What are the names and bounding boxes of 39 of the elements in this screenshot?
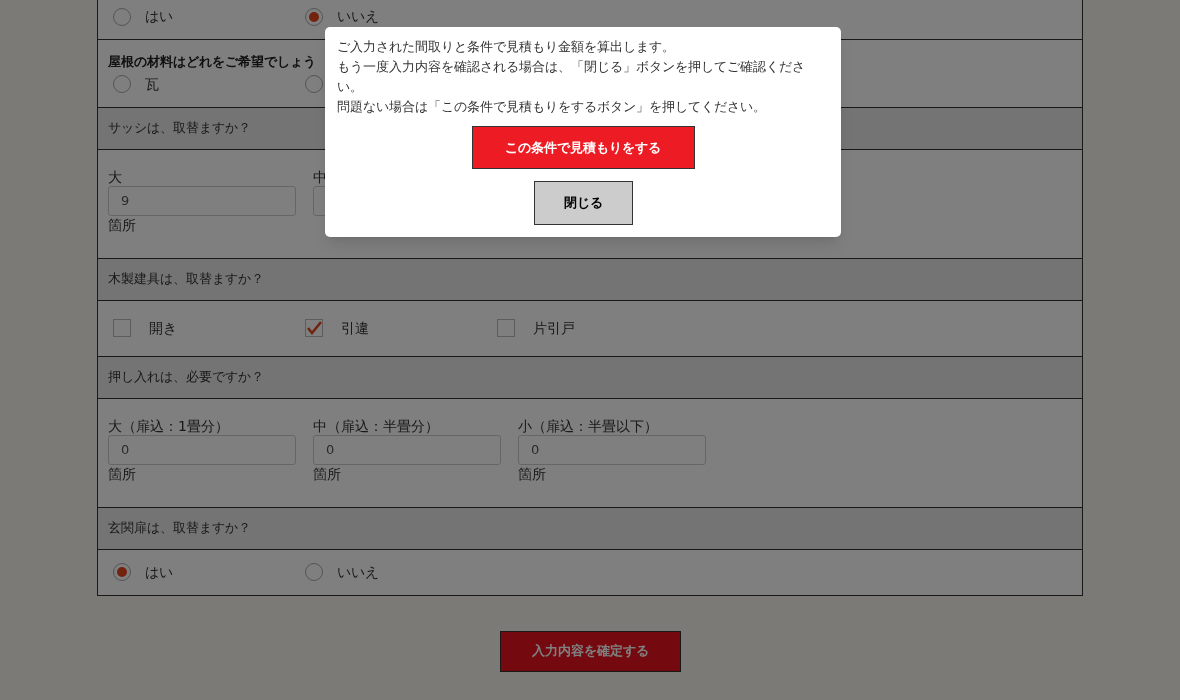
radio-label: はい — [145, 7, 173, 26]
unit-label: 箇所 — [313, 464, 342, 483]
unit-label: 箇所 — [108, 464, 137, 483]
radio-label: いいえ — [337, 7, 379, 26]
field-label: 中 — [313, 167, 328, 186]
section-title: 屋根の材料はどれをご希望でしょう — [108, 53, 316, 71]
checkbox-label: 引違 — [341, 318, 369, 338]
unit-label: 箇所 — [518, 464, 547, 483]
close-button[interactable]: 閉じる — [533, 181, 633, 225]
radio-button[interactable] — [113, 563, 131, 581]
checkbox[interactable] — [113, 319, 131, 337]
radio-button[interactable] — [305, 563, 323, 581]
radio-label: いいえ — [337, 562, 379, 582]
radio-label: 瓦 — [145, 74, 159, 94]
confirm-button[interactable]: 入力内容を確定する — [499, 630, 681, 672]
radio-button[interactable] — [305, 75, 323, 93]
checkbox-label: 片引戸 — [533, 318, 575, 338]
field-label: 大 — [108, 167, 123, 186]
radio-label: はい — [145, 562, 173, 582]
count-input[interactable]: 0 — [313, 434, 501, 465]
unit-label: 箇所 — [108, 215, 137, 234]
section-header: 押し入れは、必要ですか？ — [98, 356, 1082, 399]
modal-message: もう一度入力内容を確認される場合は、「閉じる」ボタンを押してご確認ください。 — [337, 58, 806, 96]
estimate-button[interactable]: この条件で見積もりをする — [471, 126, 695, 169]
radio-button[interactable] — [113, 7, 131, 26]
count-input[interactable]: 0 — [108, 434, 296, 465]
section-header: 玄関扉は、取替ますか？ — [98, 507, 1082, 550]
checkbox[interactable] — [305, 319, 323, 337]
count-input[interactable]: 0 — [518, 434, 706, 465]
field-label: 中（扉込：半畳分） — [313, 416, 440, 435]
field-label: 小（扉込：半畳以下） — [518, 416, 659, 435]
radio-button[interactable] — [113, 75, 131, 93]
field-label: 大（扉込：1畳分） — [108, 416, 230, 435]
modal-message: ご入力された間取りと条件で見積もり金額を算出します。 — [337, 38, 676, 56]
radio-button[interactable] — [305, 7, 323, 26]
checkbox[interactable] — [497, 319, 515, 337]
checkbox-label: 開き — [149, 318, 177, 338]
count-input[interactable]: 9 — [108, 185, 296, 216]
section-header: 木製建具は、取替ますか？ — [98, 258, 1082, 301]
